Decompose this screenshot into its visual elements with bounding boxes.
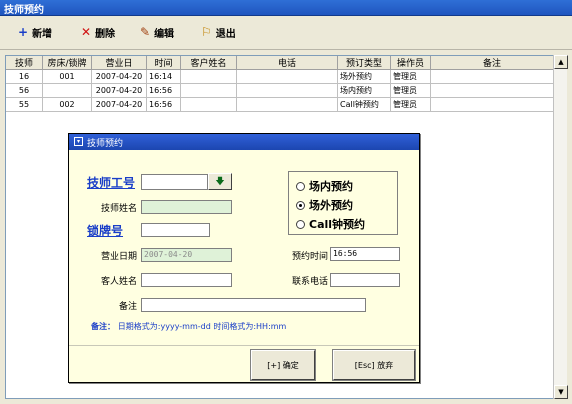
lock-no-field[interactable] (141, 223, 210, 237)
delete-button[interactable]: ✕ 删除 (81, 24, 115, 40)
appt-time-label: 预约时间 (291, 252, 328, 262)
table-cell[interactable]: 2007-04-20 (92, 98, 147, 112)
table-cell[interactable]: 001 (43, 70, 92, 84)
format-note-text: 日期格式为:yyyy-mm-dd 时间格式为:HH:mm (117, 322, 287, 331)
table-cell[interactable] (431, 84, 554, 98)
column-header-customer[interactable]: 客户姓名 (181, 56, 237, 70)
table-cell[interactable]: 56 (6, 84, 43, 98)
radio-inside-booking[interactable]: 场内预约 (296, 178, 353, 194)
radio-outside-booking[interactable]: 场外预约 (296, 197, 353, 213)
edit-icon: ✎ (140, 25, 151, 39)
table-cell[interactable] (181, 84, 237, 98)
tech-no-label[interactable]: 技师工号 (87, 174, 135, 191)
confirm-button[interactable]: [+] 确定 (250, 349, 316, 381)
vertical-scrollbar[interactable]: ▲ ▼ (553, 55, 568, 399)
edit-button[interactable]: ✎ 编辑 (140, 24, 174, 40)
table-cell[interactable]: 场内预约 (338, 84, 391, 98)
exit-button-label: 退出 (215, 28, 236, 40)
table-cell[interactable]: 场外预约 (338, 70, 391, 84)
table-cell[interactable] (43, 84, 92, 98)
table-cell[interactable]: 16:56 (147, 98, 181, 112)
table-cell[interactable] (431, 98, 554, 112)
table-cell[interactable]: 2007-04-20 (92, 84, 147, 98)
tech-no-field[interactable] (141, 174, 208, 190)
radio-dot[interactable] (296, 181, 305, 191)
exit-button[interactable]: ⚐ 退出 (201, 24, 236, 40)
table-cell[interactable]: 16:14 (147, 70, 181, 84)
table-cell[interactable]: 16:56 (147, 84, 181, 98)
delete-x-icon: ✕ (81, 25, 92, 39)
table-cell[interactable] (237, 70, 338, 84)
window-title: 技师预约 (4, 5, 44, 16)
table-cell[interactable]: 55 (6, 98, 43, 112)
radio-call-booking[interactable]: Call钟预约 (296, 216, 365, 232)
appt-time-field[interactable]: 16:56 (330, 247, 400, 261)
window-titlebar: 技师预约 (0, 0, 572, 16)
add-button-label: 新增 (32, 28, 53, 40)
lock-no-label[interactable]: 锁牌号 (87, 222, 123, 239)
table-cell[interactable]: 16 (6, 70, 43, 84)
customer-name-field[interactable] (141, 273, 232, 287)
scroll-down-arrow-icon[interactable]: ▼ (554, 385, 568, 399)
table-cell[interactable]: 002 (43, 98, 92, 112)
tech-name-label: 技师姓名 (100, 204, 137, 214)
remark-label: 备注 (118, 302, 137, 312)
table-cell[interactable]: 管理员 (391, 70, 431, 84)
format-note-label: 备注： (91, 322, 115, 331)
phone-field[interactable] (330, 273, 400, 287)
scroll-up-arrow-icon[interactable]: ▲ (554, 55, 568, 69)
table-cell[interactable]: 2007-04-20 (92, 70, 147, 84)
radio-label: 场外预约 (309, 199, 353, 212)
table-cell[interactable] (237, 98, 338, 112)
table-cell[interactable] (237, 84, 338, 98)
dialog-title: 技师预约 (87, 138, 124, 149)
exit-icon: ⚐ (201, 25, 212, 39)
column-header-time[interactable]: 时间 (147, 56, 181, 70)
booking-type-group: 场内预约 场外预约 Call钟预约 (288, 171, 398, 235)
column-header-remark[interactable]: 备注 (431, 56, 554, 70)
phone-label: 联系电话 (291, 277, 328, 287)
table-cell[interactable]: 管理员 (391, 98, 431, 112)
table-cell[interactable]: Call钟预约 (338, 98, 391, 112)
column-header-room[interactable]: 房床/锁牌 (43, 56, 92, 70)
radio-dot-selected[interactable] (296, 200, 305, 210)
table-cell[interactable]: 管理员 (391, 84, 431, 98)
column-header-biz-date[interactable]: 营业日 (92, 56, 147, 70)
add-button[interactable]: + 新增 (18, 24, 52, 40)
table-cell[interactable] (431, 70, 554, 84)
plus-icon: + (18, 25, 29, 39)
window-menu-icon[interactable]: ▾ (74, 137, 83, 146)
cancel-button[interactable]: [Esc] 放弃 (332, 349, 416, 381)
column-header-phone[interactable]: 电话 (237, 56, 338, 70)
table-cell[interactable] (181, 70, 237, 84)
biz-date-label: 营业日期 (100, 252, 137, 262)
dialog-divider (69, 345, 419, 346)
table-cell[interactable] (181, 98, 237, 112)
tech-name-field[interactable] (141, 200, 232, 214)
column-header-tech[interactable]: 技师 (6, 56, 43, 70)
format-note: 备注： 日期格式为:yyyy-mm-dd 时间格式为:HH:mm (91, 321, 286, 332)
appointment-dialog: ▾ 技师预约 技师工号 🡇 技师姓名 锁牌号 场内预约 场外预约 Call钟预约… (68, 133, 420, 383)
radio-dot[interactable] (296, 219, 305, 229)
edit-button-label: 编辑 (154, 28, 175, 40)
biz-date-field[interactable]: 2007-04-20 (141, 248, 232, 262)
remark-field[interactable] (141, 298, 366, 312)
delete-button-label: 删除 (95, 28, 116, 40)
lookup-arrow-down-icon[interactable]: 🡇 (208, 173, 232, 190)
radio-label: 场内预约 (309, 180, 353, 193)
radio-label: Call钟预约 (309, 218, 366, 231)
column-header-operator[interactable]: 操作员 (391, 56, 431, 70)
column-header-type[interactable]: 预订类型 (338, 56, 391, 70)
customer-name-label: 客人姓名 (100, 277, 137, 287)
dialog-titlebar: ▾ 技师预约 (69, 134, 419, 150)
